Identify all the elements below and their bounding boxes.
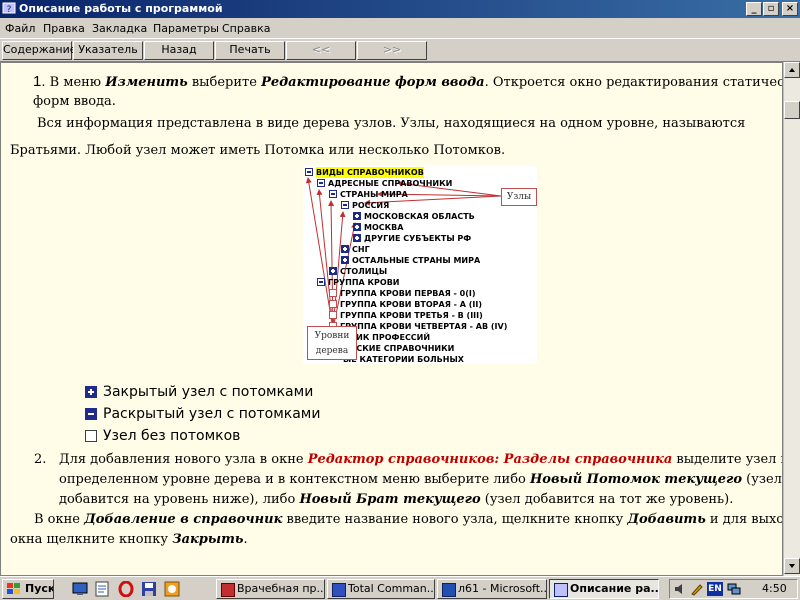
arrow-down-icon: [789, 564, 795, 568]
svg-text:?: ?: [7, 5, 12, 15]
toolbar: Содержание Указатель Назад Печать << >>: [0, 38, 800, 62]
step-2-line1: Для добавления нового узла в окне Редакт…: [59, 452, 782, 467]
menu-file[interactable]: Файл: [5, 22, 35, 35]
tree-description-line1: Вся информация представлена в виде дерев…: [37, 116, 746, 131]
scroll-up-button[interactable]: [784, 62, 800, 78]
levels-callout: Уровни дерева: [307, 326, 357, 360]
vertical-scrollbar[interactable]: [783, 62, 800, 576]
clock[interactable]: 4:50: [762, 582, 787, 595]
index-button[interactable]: Указатель: [73, 41, 143, 60]
desktop-icon[interactable]: [72, 581, 88, 597]
menu-bar: Файл Правка Закладка Параметры Справка: [0, 19, 800, 37]
next-topic-button[interactable]: >>: [357, 41, 427, 60]
app-window-icon: [221, 583, 235, 597]
back-button[interactable]: Назад: [144, 41, 214, 60]
task-button-word[interactable]: л61 - Microsoft...: [437, 579, 547, 599]
step-1-paragraph: 1. В меню Изменить выберите Редактирован…: [33, 73, 783, 90]
system-tray: EN 4:50: [669, 579, 798, 599]
window-title: Описание работы с программой: [19, 2, 223, 15]
volume-icon[interactable]: [673, 582, 687, 596]
task-button-medical[interactable]: Врачебная пр...: [216, 579, 325, 599]
task-button-total-commander[interactable]: Total Comman...: [327, 579, 435, 599]
minimize-button[interactable]: _: [746, 2, 762, 16]
title-bar[interactable]: ? Описание работы с программой _ ▫ ×: [0, 0, 800, 18]
save-icon[interactable]: [141, 581, 157, 597]
word-icon: [442, 583, 456, 597]
print-button[interactable]: Печать: [215, 41, 285, 60]
add-node-paragraph-line2: окна щелкните кнопку Закрыть.: [10, 532, 248, 547]
help-book-icon: ?: [2, 2, 16, 15]
maximize-button[interactable]: ▫: [763, 2, 779, 16]
minus-box-icon: [85, 408, 97, 420]
menu-help[interactable]: Справка: [222, 22, 270, 35]
clock-app-icon[interactable]: [164, 581, 180, 597]
language-indicator[interactable]: EN: [707, 582, 723, 596]
close-button[interactable]: ×: [782, 2, 798, 16]
task-button-help[interactable]: Описание ра...: [549, 579, 659, 599]
step-1-paragraph-line2: форм ввода.: [33, 94, 116, 109]
add-node-paragraph-line1: В окне Добавление в справочник введите н…: [34, 512, 782, 527]
opera-icon[interactable]: [118, 581, 134, 597]
menu-options[interactable]: Параметры: [153, 22, 219, 35]
arrow-up-icon: [789, 68, 795, 72]
menu-bookmark[interactable]: Закладка: [92, 22, 147, 35]
scroll-thumb[interactable]: [784, 101, 800, 119]
notepad-icon[interactable]: [94, 581, 110, 597]
contents-button[interactable]: Содержание: [2, 41, 77, 60]
scroll-down-button[interactable]: [784, 558, 800, 574]
floppy-icon: [332, 583, 346, 597]
empty-box-icon: [85, 430, 97, 442]
pen-icon[interactable]: [690, 582, 704, 596]
windows-logo-icon: [7, 583, 20, 594]
network-icon[interactable]: [727, 582, 741, 596]
taskbar: Пуск Врачебная пр... Total Comman... л61…: [0, 576, 800, 600]
step-2-line2: определенном уровне дерева и в контекстн…: [59, 472, 782, 487]
menu-edit[interactable]: Правка: [43, 22, 85, 35]
tree-description-line2: Братьями. Любой узел может иметь Потомка…: [10, 143, 506, 158]
nodes-callout: Узлы: [501, 188, 537, 206]
plus-box-icon: [85, 386, 97, 398]
previous-topic-button[interactable]: <<: [286, 41, 356, 60]
help-book-icon: [554, 583, 568, 597]
start-button[interactable]: Пуск: [2, 579, 54, 599]
tree-diagram: ВИДЫ СПРАВОЧНИКОВ АДРЕСНЫЕ СПРАВОЧНИКИ С…: [303, 166, 537, 364]
step-2-line3: добавится на уровень ниже), либо Новый Б…: [59, 492, 734, 507]
step-2-number: 2.: [34, 452, 47, 467]
help-content-pane[interactable]: 1. В меню Изменить выберите Редактирован…: [0, 62, 783, 576]
